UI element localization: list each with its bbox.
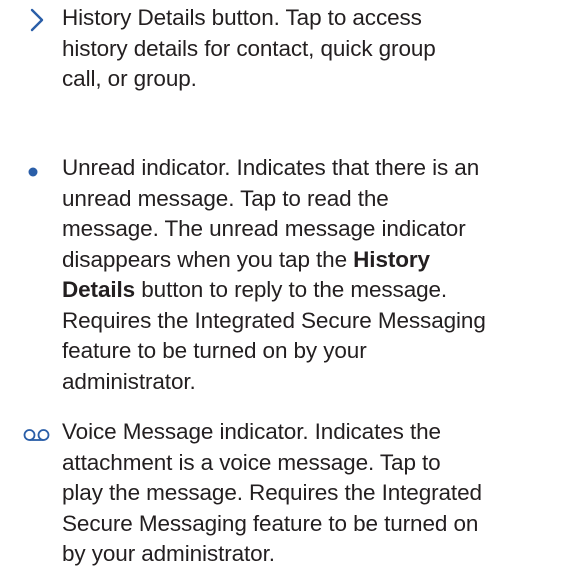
description-line: Voice Message indicator. Indicates the bbox=[62, 419, 441, 444]
history-details-description: History Details button. Tap to access hi… bbox=[62, 3, 579, 95]
unread-indicator-description: Unread indicator. Indicates that there i… bbox=[62, 153, 579, 397]
description-line: disappears when you tap the History bbox=[62, 245, 579, 276]
description-line: history details for contact, quick group bbox=[62, 35, 436, 61]
voice-message-description: Voice Message indicator. Indicates the a… bbox=[62, 417, 579, 570]
description-line: play the message. Requires the Integrate… bbox=[62, 480, 482, 505]
history-term: History bbox=[353, 246, 430, 272]
description-line: Secure Messaging feature to be turned on bbox=[62, 510, 479, 536]
description-line: message. The unread message indicator bbox=[62, 216, 466, 241]
description-line: Unread indicator. Indicates that there i… bbox=[62, 155, 480, 180]
document-page: History Details button. Tap to access hi… bbox=[0, 0, 579, 566]
voicemail-icon bbox=[22, 421, 52, 449]
description-line: attachment is a voice message. Tap to bbox=[62, 449, 441, 475]
description-text: button to reply to the message. bbox=[135, 277, 448, 302]
description-line: administrator. bbox=[62, 368, 196, 394]
description-line: feature to be turned on by your bbox=[62, 338, 367, 363]
chevron-right-icon bbox=[22, 7, 52, 35]
details-term: Details bbox=[62, 277, 136, 302]
description-line: unread message. Tap to read the bbox=[62, 185, 389, 211]
unread-dot-icon bbox=[22, 157, 52, 185]
description-line: call, or group. bbox=[62, 66, 197, 91]
description-text: disappears when you tap the bbox=[62, 246, 354, 272]
description-line: History Details button. Tap to access bbox=[62, 5, 422, 30]
description-line: Details button to reply to the message. bbox=[62, 275, 579, 306]
description-line: by your administrator. bbox=[62, 541, 275, 566]
description-line: Requires the Integrated Secure Messaging bbox=[62, 307, 486, 333]
